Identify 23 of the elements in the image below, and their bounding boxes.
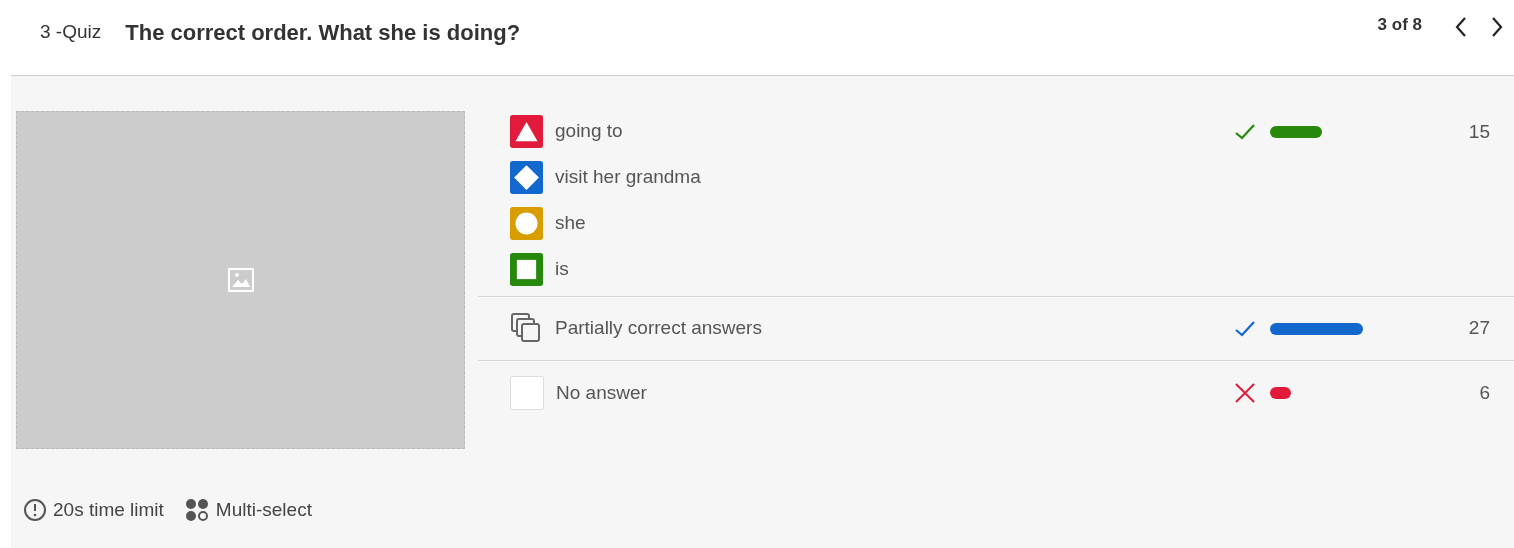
answer-count: 27 (1468, 316, 1490, 341)
check-icon (1234, 319, 1256, 338)
cross-icon (1234, 382, 1256, 404)
chevron-right-icon (1490, 15, 1504, 38)
answer-count: 6 (1479, 380, 1490, 405)
answer-option: is (555, 254, 569, 284)
question-setting: 20s time limit (53, 497, 164, 522)
answer-option: she (555, 208, 586, 238)
clock-icon (23, 497, 47, 522)
answer-count: 15 (1468, 120, 1490, 144)
chevron-left-icon (1454, 15, 1468, 38)
question-setting: Multi-select (215, 497, 312, 522)
page-indicator: 3 of 8 (1377, 13, 1422, 36)
dots-icon (183, 496, 210, 523)
answer-label: Partially correct answers (555, 316, 763, 341)
quiz-label: 3 -Quiz (40, 20, 102, 45)
empty-checkbox-icon (510, 376, 544, 410)
answer-label: No answer (556, 380, 648, 405)
answer-option: going to (555, 116, 623, 146)
question-title: The correct order. What she is doing? (125, 19, 521, 47)
stacked-squares-icon (510, 312, 543, 345)
answer-option: visit her grandma (555, 162, 701, 192)
check-icon (1234, 123, 1256, 142)
